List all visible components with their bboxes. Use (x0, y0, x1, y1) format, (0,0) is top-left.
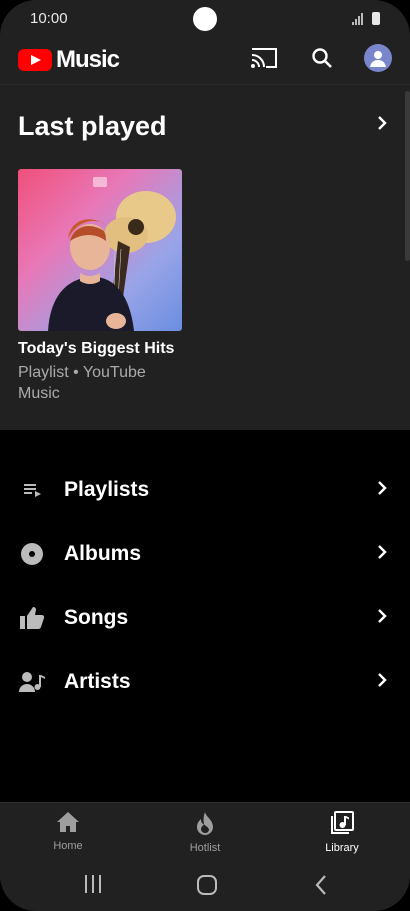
library-item-label: Artists (64, 670, 131, 693)
home-icon (57, 812, 79, 832)
home-system-button[interactable] (196, 874, 218, 901)
nav-item-library[interactable]: Library (292, 811, 392, 854)
library-item-label: Songs (64, 606, 129, 629)
library-item-playlists[interactable]: Playlists (0, 462, 410, 518)
nav-label: Library (325, 842, 359, 854)
phone-screen: 10:00 Music Last played Today's Biggest … (0, 0, 410, 911)
app-actions (248, 42, 392, 74)
card-title: Today's Biggest Hits (18, 340, 175, 357)
play-logo-icon (18, 49, 52, 71)
home-circle-icon (197, 875, 217, 895)
status-icons (352, 12, 380, 25)
last-played-section: Last played Today's Biggest Hits Playlis… (0, 85, 410, 430)
search-icon (312, 48, 332, 68)
back-icon (315, 875, 326, 895)
camera-cutout (193, 7, 217, 31)
back-button[interactable] (314, 874, 328, 901)
logo-text: Music (56, 46, 120, 73)
battery-icon (372, 12, 380, 25)
nav-label: Hotlist (189, 842, 221, 854)
signal-icon (352, 13, 363, 25)
artist-icon (19, 669, 45, 695)
artwork-image (48, 177, 176, 331)
status-bar: 10:00 (0, 0, 410, 38)
library-icon (331, 811, 354, 834)
nav-item-hotlist[interactable]: Hotlist (155, 811, 255, 854)
playlist-card[interactable]: Today's Biggest Hits Playlist • YouTube … (18, 169, 182, 404)
search-button[interactable] (306, 42, 338, 74)
library-item-label: Playlists (64, 478, 150, 501)
nav-label: Home (53, 840, 83, 852)
system-nav-bar (0, 860, 410, 911)
recent-apps-button[interactable] (84, 874, 102, 899)
status-time: 10:00 (30, 10, 68, 27)
chevron-right-icon (376, 480, 388, 501)
recent-apps-icon (85, 875, 101, 893)
app-bar: Music (0, 38, 410, 84)
chevron-right-icon (376, 544, 388, 565)
scrollbar[interactable] (405, 91, 410, 261)
see-all-button[interactable] (376, 115, 388, 136)
library-item-label: Albums (64, 542, 142, 565)
library-item-songs[interactable]: Songs (0, 590, 410, 646)
library-item-artists[interactable]: Artists (0, 654, 410, 710)
account-avatar[interactable] (364, 44, 392, 72)
cast-button[interactable] (248, 42, 280, 74)
playlist-icon (19, 477, 45, 503)
thumbs-up-icon (19, 605, 45, 631)
person-icon (370, 51, 386, 67)
nav-item-home[interactable]: Home (18, 811, 118, 852)
chevron-right-icon (376, 672, 388, 693)
card-subtitle: Playlist • YouTube Music (18, 362, 182, 404)
album-icon (19, 541, 45, 567)
youtube-music-logo[interactable]: Music (18, 46, 120, 74)
chevron-right-icon (378, 116, 387, 130)
library-list: Playlists Albums Songs Artists (0, 430, 410, 802)
card-subtitle-line1: Playlist • YouTube (18, 364, 146, 381)
cast-icon (251, 48, 277, 68)
section-title: Last played (18, 111, 167, 141)
flame-icon (197, 812, 213, 835)
chevron-right-icon (376, 608, 388, 629)
playlist-artwork[interactable] (18, 169, 182, 331)
library-item-albums[interactable]: Albums (0, 526, 410, 582)
bottom-nav: Home Hotlist Library (0, 802, 410, 860)
card-subtitle-line2: Music (18, 385, 60, 402)
